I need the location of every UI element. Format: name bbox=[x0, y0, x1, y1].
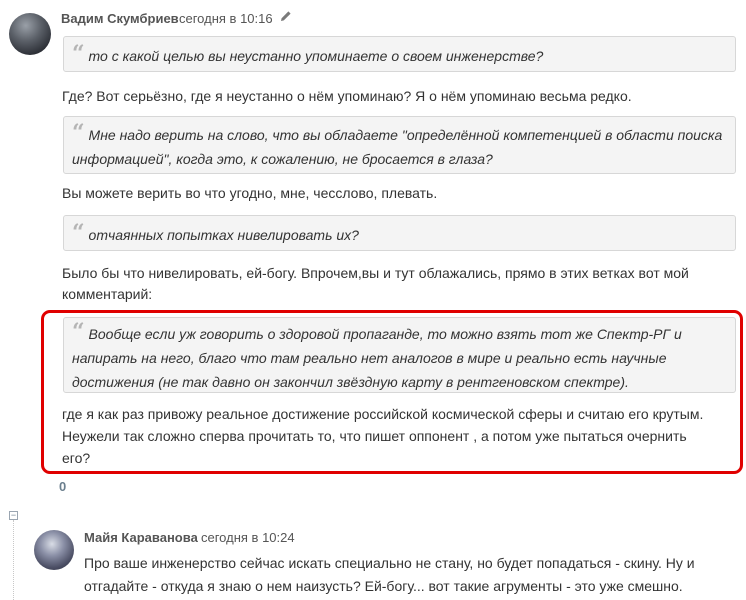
quote-text: достижения (не так давно он закончил звё… bbox=[72, 374, 629, 390]
quote-mark-icon: “ bbox=[72, 41, 85, 67]
comment-text: отгадайте - откуда я знаю о нем наизусть… bbox=[84, 578, 683, 594]
comment-date[interactable]: сегодня в 10:24 bbox=[201, 530, 295, 545]
quote-block: “ Мне надо верить на слово, что вы облад… bbox=[63, 116, 736, 174]
quote-text: напирать на него, благо что там реально … bbox=[72, 350, 667, 366]
comment-text: Где? Вот серьёзно, где я неустанно о нём… bbox=[62, 88, 632, 104]
quote-block: “ то с какой целью вы неустанно упоминае… bbox=[63, 36, 736, 72]
pencil-icon[interactable] bbox=[280, 10, 292, 25]
quote-text: отчаянных попытках нивелировать их? bbox=[88, 227, 359, 243]
avatar[interactable] bbox=[9, 13, 51, 55]
quote-text: информацией", когда это, к сожалению, не… bbox=[72, 151, 493, 167]
thread-line bbox=[13, 520, 14, 600]
comment-author[interactable]: Майя Караванова bbox=[84, 530, 198, 545]
quote-block: “ отчаянных попытках нивелировать их? bbox=[63, 215, 736, 251]
pencil-icon-svg bbox=[281, 11, 291, 21]
collapse-icon[interactable]: − bbox=[9, 511, 18, 520]
comment-text: Было бы что нивелировать, ей-богу. Впроч… bbox=[62, 265, 689, 281]
comment-text: комментарий: bbox=[62, 286, 153, 302]
comment-text: Неужели так сложно сперва прочитать то, … bbox=[62, 428, 687, 444]
quote-mark-icon: “ bbox=[72, 120, 85, 146]
comment-date[interactable]: сегодня в 10:16 bbox=[179, 11, 273, 26]
comment-text: Про ваше инженерство сейчас искать специ… bbox=[84, 555, 695, 571]
comment-score[interactable]: 0 bbox=[59, 479, 66, 494]
comment-text: Вы можете верить во что угодно, мне, чес… bbox=[62, 185, 438, 201]
comment-text: где я как раз привожу реальное достижени… bbox=[62, 406, 704, 422]
comment-author[interactable]: Вадим Скумбриев bbox=[61, 11, 179, 26]
quote-text: Вообще если уж говорить о здоровой пропа… bbox=[88, 326, 682, 342]
quote-mark-icon: “ bbox=[72, 220, 85, 246]
comment-text: его? bbox=[62, 450, 91, 466]
avatar[interactable] bbox=[34, 530, 74, 570]
quote-text: то с какой целью вы неустанно упоминаете… bbox=[88, 48, 544, 64]
quote-text: Мне надо верить на слово, что вы обладае… bbox=[88, 127, 723, 143]
quote-mark-icon: “ bbox=[72, 319, 85, 345]
quote-block: “ Вообще если уж говорить о здоровой про… bbox=[63, 317, 736, 393]
